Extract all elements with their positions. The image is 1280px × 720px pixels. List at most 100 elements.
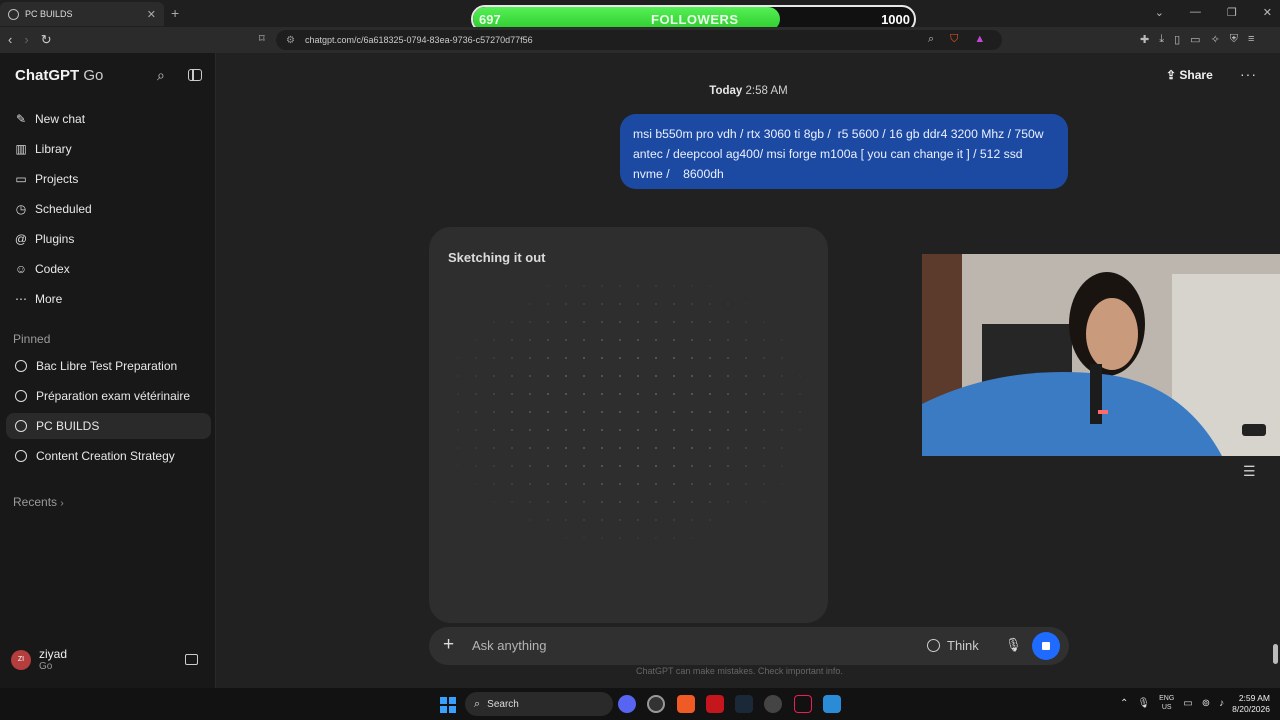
tiktok-icon[interactable] <box>794 695 812 713</box>
sidebar-item-label: Codex <box>35 262 70 276</box>
site-info-icon[interactable]: ⚙ <box>286 35 295 46</box>
brave-rewards-icon[interactable]: ▲ <box>974 33 985 46</box>
image-generation-card: Sketching it out <box>429 227 828 623</box>
scrollbar-thumb[interactable] <box>1273 644 1278 664</box>
user-plan: Go <box>39 661 53 672</box>
clock-icon: ◷ <box>15 202 27 216</box>
taskbar-search[interactable]: ⌕ Search <box>465 692 613 716</box>
close-tab-icon[interactable]: ✕ <box>147 8 156 21</box>
chat-scrollbar[interactable] <box>1272 56 1278 686</box>
sidebar-item-new-chat[interactable]: ✎ New chat <box>14 107 85 131</box>
pinned-chat-label: Préparation exam vétérinaire <box>36 389 191 403</box>
pinned-chat-item[interactable]: Content Creation Strategy <box>6 443 211 469</box>
address-bar[interactable]: ⚙ chatgpt.com/c/6a618325-0794-83ea-9736-… <box>276 30 1002 50</box>
windows-taskbar: ⌕ Search ⌃ 🎙 ENG US ▭ ⊚ ♪ 2:59 AM 8/20/2… <box>0 688 1280 720</box>
sidebar-item-label: Scheduled <box>35 202 92 216</box>
window-controls: ⌄ — ❐ ✕ <box>1155 6 1272 19</box>
sidebar-item-more[interactable]: ⋯ More <box>14 287 62 311</box>
sidebar-item-plugins[interactable]: @ Plugins <box>14 227 74 251</box>
windows-start-icon[interactable] <box>440 697 456 713</box>
pinned-chat-label: PC BUILDS <box>36 419 100 433</box>
conversation-options-icon[interactable]: ··· <box>1240 66 1257 82</box>
chat-bubble-icon <box>15 390 27 402</box>
leo-ai-icon[interactable]: ✧ <box>1211 33 1220 46</box>
timestamp-day: Today <box>709 85 743 97</box>
clock-time: 2:59 AM <box>1238 693 1270 703</box>
avatar: ZI <box>11 649 31 670</box>
think-icon <box>927 639 940 652</box>
new-tab-button[interactable]: + <box>171 5 179 21</box>
language-indicator[interactable]: ENG US <box>1159 694 1174 712</box>
app-icon[interactable] <box>764 695 782 713</box>
display-icon[interactable]: ▭ <box>1183 698 1192 709</box>
search-icon: ⌕ <box>474 697 481 710</box>
forward-icon[interactable]: › <box>24 32 28 48</box>
chrome-icon[interactable] <box>647 695 665 713</box>
app-brand[interactable]: ChatGPT Go <box>15 67 103 84</box>
sidebar-toggle-icon[interactable] <box>188 69 202 81</box>
clock-date: 8/20/2026 <box>1232 704 1270 714</box>
brave-shield-icon[interactable]: ⛉ <box>950 33 958 46</box>
chat-bubble-icon <box>15 360 27 372</box>
browser-tab[interactable]: PC BUILDS ✕ <box>0 2 164 26</box>
restore-icon[interactable]: ❐ <box>1227 6 1237 19</box>
vpn-icon[interactable]: ⛨ <box>1230 33 1238 46</box>
extensions-icon[interactable]: ✚ <box>1140 33 1149 46</box>
network-icon[interactable]: ⊚ <box>1202 698 1210 709</box>
pinned-chat-label: Bac Libre Test Preparation <box>36 359 178 373</box>
sidebar-item-label: Projects <box>35 172 79 186</box>
search-chats-icon[interactable]: ⌕ <box>157 67 165 84</box>
chat-bubble-icon <box>15 420 27 432</box>
share-label: Share <box>1179 68 1213 82</box>
steam-icon[interactable] <box>735 695 753 713</box>
codex-icon: ☺ <box>14 262 28 276</box>
webcam-overlay <box>922 254 1280 456</box>
tray-chevron-icon[interactable]: ⌃ <box>1120 698 1128 709</box>
close-window-icon[interactable]: ✕ <box>1263 6 1272 19</box>
region-code: US <box>1161 704 1172 711</box>
sidebar-item-scheduled[interactable]: ◷ Scheduled <box>14 197 92 221</box>
loading-dot-grid <box>449 277 809 607</box>
add-attachment-icon[interactable]: + <box>443 634 454 656</box>
plugins-icon: @ <box>14 232 28 246</box>
overlay-menu-icon[interactable]: ☰ <box>1243 463 1256 480</box>
minimize-icon[interactable]: — <box>1190 6 1201 19</box>
reload-icon[interactable]: ↻ <box>41 32 52 48</box>
menu-icon[interactable]: ≡ <box>1248 33 1254 46</box>
stop-generating-button[interactable] <box>1032 632 1060 660</box>
pinned-chat-item[interactable]: Bac Libre Test Preparation <box>6 353 211 379</box>
tab-list-icon[interactable]: ⌄ <box>1155 6 1164 19</box>
taskbar-clock[interactable]: 2:59 AM 8/20/2026 <box>1226 693 1270 715</box>
followers-current: 697 <box>479 12 501 27</box>
sidebar-item-codex[interactable]: ☺ Codex <box>14 257 70 281</box>
volume-icon[interactable]: ♪ <box>1219 698 1224 709</box>
gift-icon[interactable] <box>185 654 198 665</box>
prompt-input[interactable]: Ask anything <box>472 638 546 653</box>
share-button[interactable]: ⇪ Share <box>1166 68 1213 82</box>
app-store-icon[interactable] <box>823 695 841 713</box>
back-icon[interactable]: ‹ <box>8 32 12 48</box>
address-bar-icons: ⌕ ⛉ ▲ <box>928 33 985 46</box>
message-timestamp: Today 2:58 AM <box>0 85 1280 97</box>
microphone-icon[interactable]: 🎙 <box>1005 637 1022 653</box>
pinned-chat-item-active[interactable]: PC BUILDS <box>6 413 211 439</box>
pinned-chat-item[interactable]: Préparation exam vétérinaire <box>6 383 211 409</box>
sidebar-item-projects[interactable]: ▭ Projects <box>14 167 78 191</box>
brave-icon[interactable] <box>677 695 695 713</box>
mic-tray-icon[interactable]: 🎙 <box>1137 698 1150 709</box>
user-profile[interactable]: ZI ziyad Go <box>11 647 67 672</box>
message-composer[interactable]: + Ask anything Think 🎙 <box>429 627 1069 665</box>
user-name: ziyad <box>39 647 68 661</box>
adobe-icon[interactable] <box>706 695 724 713</box>
recents-section-toggle[interactable]: Recents › <box>13 495 64 509</box>
think-button[interactable]: Think <box>927 638 979 653</box>
think-label: Think <box>947 638 979 653</box>
sidebar-panel-icon[interactable]: ▯ <box>1174 33 1180 46</box>
download-icon[interactable]: ⤓ <box>1159 33 1164 46</box>
discord-icon[interactable] <box>618 695 636 713</box>
zoom-icon[interactable]: ⌕ <box>928 33 934 46</box>
wallet-icon[interactable]: ▭ <box>1190 33 1200 46</box>
language-code: ENG <box>1159 695 1175 702</box>
bookmark-icon[interactable]: ⌑ <box>259 32 265 45</box>
sidebar-item-library[interactable]: ▥ Library <box>14 137 71 161</box>
